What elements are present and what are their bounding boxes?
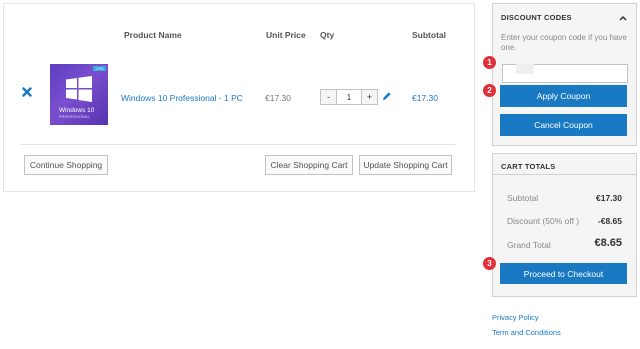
subtotal-value: €17.30 [596, 193, 622, 203]
qty-decrease-button[interactable]: - [321, 90, 336, 104]
totals-divider [493, 174, 636, 175]
remove-icon[interactable] [22, 87, 32, 97]
unit-price: €17.30 [265, 93, 291, 103]
header-product-name: Product Name [124, 30, 182, 40]
quantity-stepper: - 1 + [320, 89, 378, 105]
proceed-to-checkout-button[interactable]: Proceed to Checkout [500, 263, 627, 284]
windows-logo-icon [66, 76, 92, 102]
thumb-badge: 1 PC [93, 66, 106, 71]
continue-shopping-button[interactable]: Continue Shopping [24, 155, 108, 175]
update-cart-button[interactable]: Update Shopping Cart [359, 155, 452, 175]
grand-total-label: Grand Total [507, 240, 551, 250]
subtotal-label: Subtotal [507, 193, 539, 203]
header-subtotal: Subtotal [412, 30, 446, 40]
item-subtotal: €17.30 [412, 93, 438, 103]
coupon-hint: Enter your coupon code if you have one. [501, 33, 627, 52]
header-unit-price: Unit Price [266, 30, 306, 40]
header-qty: Qty [320, 30, 335, 40]
coupon-input-redaction [516, 64, 534, 74]
thumb-subtitle: PROFESSIONAL [59, 115, 90, 119]
step-marker-3: 3 [483, 257, 496, 270]
step-marker-1: 1 [483, 56, 496, 69]
cart-totals-title: CART TOTALS [501, 162, 556, 171]
apply-coupon-button[interactable]: Apply Coupon [500, 85, 627, 107]
discount-value: -€8.65 [597, 216, 622, 226]
product-thumbnail[interactable]: 1 PC Windows 10 PROFESSIONAL [50, 64, 108, 125]
clear-cart-button[interactable]: Clear Shopping Cart [265, 155, 353, 175]
grand-total-value: €8.65 [594, 237, 622, 249]
edit-icon[interactable] [382, 91, 392, 101]
step-marker-2: 2 [483, 84, 496, 97]
product-name-link[interactable]: Windows 10 Professional - 1 PC [121, 93, 243, 103]
chevron-up-icon[interactable] [619, 15, 627, 21]
qty-increase-button[interactable]: + [362, 90, 377, 104]
divider [21, 144, 455, 145]
thumb-title: Windows 10 [59, 107, 95, 114]
terms-link[interactable]: Term and Conditions [492, 328, 561, 337]
discount-label: Discount (50% off ) [507, 216, 580, 226]
privacy-policy-link[interactable]: Privacy Policy [492, 313, 539, 322]
qty-input[interactable]: 1 [336, 90, 362, 104]
cancel-coupon-button[interactable]: Cancel Coupon [500, 114, 627, 136]
discount-codes-title: DISCOUNT CODES [501, 13, 572, 22]
